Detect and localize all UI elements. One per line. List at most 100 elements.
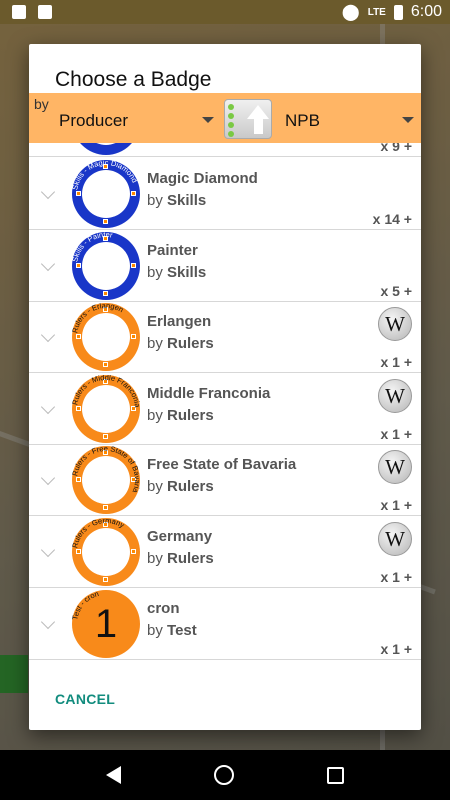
badge-ring-text: Skills - Painter xyxy=(72,232,114,263)
badge-ring-text: Rulers - Free State of Bavaria xyxy=(72,446,140,495)
by-prefix: by xyxy=(147,192,163,209)
choose-badge-dialog: Choose a Badge by Producer NPB x 9 + Ski… xyxy=(29,44,421,730)
badge-image: Rulers - Germany xyxy=(72,518,140,586)
back-icon[interactable] xyxy=(106,766,122,784)
badge-name: cron xyxy=(147,599,180,617)
badge-count[interactable]: x 14 + xyxy=(373,211,412,227)
expand-chevron-icon[interactable] xyxy=(40,542,56,558)
location-icon: ⬤ xyxy=(341,4,360,21)
badge-producer: by Skills xyxy=(147,264,206,281)
badge-count[interactable]: x 5 + xyxy=(380,283,412,299)
sort-dot-icon xyxy=(228,131,234,137)
badge-image: Rulers - Erlangen xyxy=(72,303,140,372)
svg-text:Skills - Magic Diamond: Skills - Magic Diamond xyxy=(72,160,139,191)
badge-count[interactable]: x 1 + xyxy=(380,569,412,585)
group-by-dropdown[interactable]: Producer xyxy=(59,111,128,131)
badge-image: 1Test - cron xyxy=(72,589,140,658)
producer-name: Rulers xyxy=(167,478,214,496)
svg-text:Rulers - Free State of Bavaria: Rulers - Free State of Bavaria xyxy=(72,446,140,495)
dialog-title: Choose a Badge xyxy=(55,68,212,91)
by-prefix: by xyxy=(147,550,163,567)
by-prefix: by xyxy=(147,406,163,424)
expand-chevron-icon[interactable] xyxy=(40,399,56,414)
badge-ring-text: Rulers - Germany xyxy=(72,518,126,549)
wikipedia-icon[interactable]: W xyxy=(378,522,412,556)
producer-name: Skills xyxy=(167,192,207,209)
expand-chevron-icon[interactable] xyxy=(40,471,56,486)
badge-name: Magic Diamond xyxy=(147,170,258,187)
filter-bar: by Producer NPB xyxy=(29,93,421,143)
list-item[interactable]: Skills - Magic Diamond Magic Diamond by Sk… xyxy=(29,158,421,230)
producer-name: Test xyxy=(167,621,197,639)
list-item[interactable]: 1Test - cron cron by Test x 1 + xyxy=(29,588,421,660)
badge-producer: by Rulers xyxy=(147,550,214,567)
producer-name: Skills xyxy=(167,263,207,281)
badge-count[interactable]: x 1 + xyxy=(380,354,412,370)
badge-count[interactable]: x 1 + xyxy=(380,426,412,442)
sort-order-button[interactable] xyxy=(224,99,272,139)
group-by-caret-icon[interactable] xyxy=(202,117,214,123)
expand-chevron-icon[interactable] xyxy=(40,256,56,271)
recent-apps-icon[interactable] xyxy=(326,766,344,784)
expand-chevron-icon[interactable] xyxy=(40,184,56,200)
wikipedia-icon[interactable]: W xyxy=(378,450,412,485)
badge-ring-text: Skills - Magic Diamond xyxy=(72,160,139,191)
filter-by-label: by xyxy=(34,96,49,112)
badge-name: Free State of Bavaria xyxy=(147,456,297,474)
producer-name: Rulers xyxy=(167,335,214,353)
badge-image xyxy=(72,143,140,155)
status-bar: ⬤ LTE 6:00 xyxy=(0,0,450,24)
sort-dot-icon xyxy=(228,113,234,119)
badge-producer: by Test xyxy=(147,622,197,639)
badge-producer: by Rulers xyxy=(147,407,214,424)
badge-list[interactable]: x 9 + Skills - Magic Diamond Magic Diamon… xyxy=(29,143,421,684)
list-item[interactable]: x 9 + xyxy=(29,143,421,157)
sort-value-caret-icon[interactable] xyxy=(402,117,414,123)
list-item[interactable]: Skills - Painter Painter by Skills x 5 + xyxy=(29,230,421,302)
by-prefix: by xyxy=(147,621,163,639)
badge-producer: by Rulers xyxy=(147,335,214,352)
svg-text:Test - cron: Test - cron xyxy=(72,590,100,621)
producer-name: Rulers xyxy=(167,550,214,567)
badge-name: Erlangen xyxy=(147,313,212,331)
expand-chevron-icon[interactable] xyxy=(40,328,56,343)
list-item[interactable]: Rulers - Germany Germany by Rulers Wx 1 + xyxy=(29,516,421,588)
sort-arrow-up-icon xyxy=(247,105,269,119)
badge-ring-text: Rulers - Erlangen xyxy=(72,303,125,334)
by-prefix: by xyxy=(147,478,163,496)
badge-producer: by Rulers xyxy=(147,478,214,495)
wikipedia-icon[interactable]: W xyxy=(378,378,412,413)
sd-card-icon xyxy=(12,5,26,19)
sort-dot-icon xyxy=(228,104,234,110)
badge-image: Skills - Painter xyxy=(72,231,140,300)
badge-name: Middle Franconia xyxy=(147,384,271,402)
badge-producer: by Skills xyxy=(147,192,206,209)
badge-ring-text: Test - cron xyxy=(72,590,100,621)
badge-count[interactable]: x 1 + xyxy=(380,641,412,657)
producer-name: Rulers xyxy=(167,406,214,424)
cancel-button[interactable]: CANCEL xyxy=(55,691,115,707)
clock: 6:00 xyxy=(410,3,442,20)
list-item[interactable]: Rulers - Erlangen Erlangen by Rulers Wx 1 + xyxy=(29,301,421,374)
badge-ring-text: Rulers - Middle Franconia xyxy=(72,375,140,409)
list-item[interactable]: Rulers - Free State of Bavaria Free State… xyxy=(29,444,421,517)
navigation-bar xyxy=(0,750,450,800)
svg-text:Rulers - Erlangen: Rulers - Erlangen xyxy=(72,303,125,334)
home-icon[interactable] xyxy=(213,765,234,785)
svg-text:Rulers - Germany: Rulers - Germany xyxy=(72,518,126,549)
sort-arrow-stem xyxy=(254,118,263,134)
badge-count[interactable]: x 9 + xyxy=(380,143,412,154)
badge-name: Painter xyxy=(147,241,198,259)
badge-name: Germany xyxy=(147,528,213,545)
list-item[interactable]: Rulers - Middle Franconia Middle Franconi… xyxy=(29,373,421,445)
expand-chevron-icon[interactable] xyxy=(40,614,56,629)
svg-text:Rulers - Middle Franconia: Rulers - Middle Franconia xyxy=(72,375,140,409)
sort-dot-icon xyxy=(228,122,234,128)
svg-text:Skills - Painter: Skills - Painter xyxy=(72,232,114,263)
network-label: LTE xyxy=(367,6,386,18)
sort-value-dropdown[interactable]: NPB xyxy=(285,111,320,131)
badge-count[interactable]: x 1 + xyxy=(380,497,412,513)
wikipedia-icon[interactable]: W xyxy=(378,307,412,342)
badge-image: Skills - Magic Diamond xyxy=(72,160,140,228)
battery-icon xyxy=(393,4,403,20)
